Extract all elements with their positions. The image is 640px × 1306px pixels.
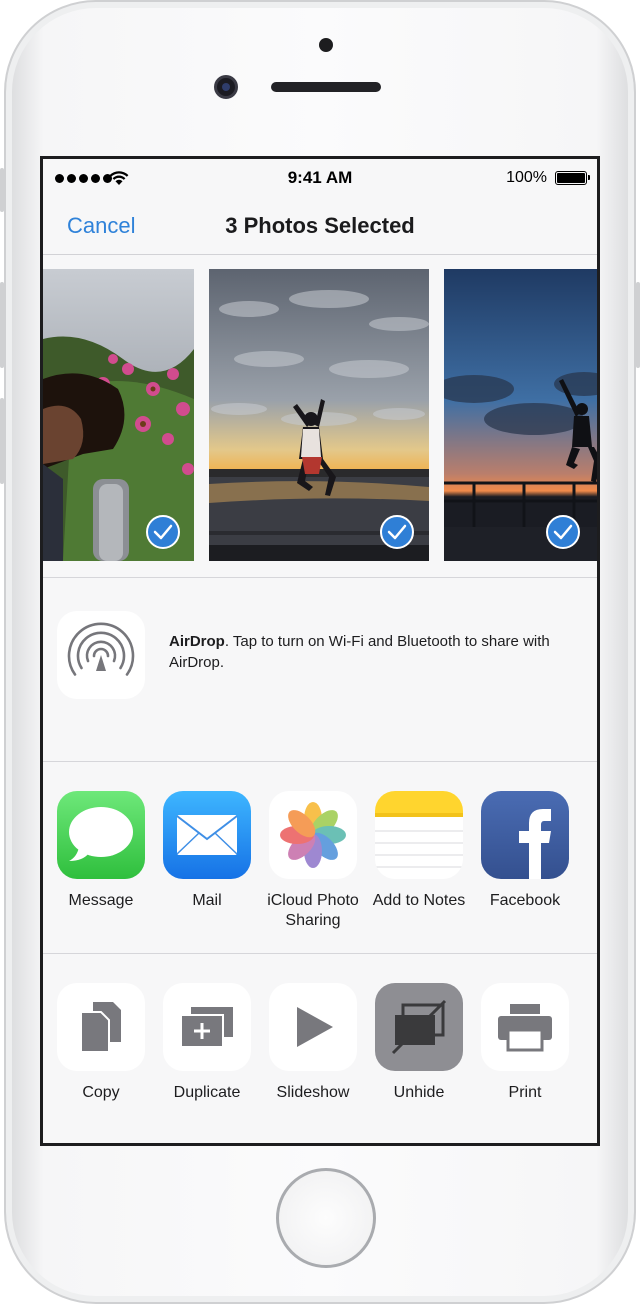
facebook-icon — [481, 791, 569, 879]
unhide-icon — [375, 983, 463, 1071]
action-slideshow[interactable]: Slideshow — [260, 983, 366, 1103]
earpiece-speaker — [271, 82, 381, 92]
photo-dusk-pier-image — [444, 269, 597, 561]
mute-switch[interactable] — [0, 168, 4, 212]
photo-thumbnail[interactable] — [209, 269, 429, 561]
navigation-bar: Cancel 3 Photos Selected — [43, 199, 597, 255]
airdrop-icon — [67, 622, 135, 676]
share-app-label: Message — [68, 892, 134, 909]
airdrop-message: . Tap to turn on Wi-Fi and Bluetooth to … — [169, 633, 550, 671]
share-apps-row[interactable]: Message Mail iCloud Photo Sharing Add to… — [43, 763, 597, 953]
volume-up-button[interactable] — [0, 282, 4, 368]
duplicate-icon — [163, 983, 251, 1071]
action-label: Duplicate — [173, 1084, 241, 1101]
screen: 9:41 AM 100% Cancel 3 Photos Selected Ai… — [40, 156, 600, 1146]
action-duplicate[interactable]: Duplicate — [154, 983, 260, 1103]
power-button[interactable] — [636, 282, 640, 368]
battery-icon — [555, 171, 590, 185]
divider — [43, 577, 597, 578]
action-label: Unhide — [393, 1084, 445, 1101]
cancel-button[interactable]: Cancel — [67, 213, 135, 239]
home-button[interactable] — [276, 1168, 376, 1268]
printer-icon — [481, 983, 569, 1071]
actions-row[interactable]: Copy Duplicate Slideshow Unhide Print — [43, 955, 597, 1143]
airdrop-title: AirDrop — [169, 633, 225, 650]
selected-check-icon — [546, 515, 580, 549]
photo-thumbnail[interactable] — [43, 269, 194, 561]
share-app-facebook[interactable]: Facebook — [472, 791, 578, 911]
selected-check-icon — [380, 515, 414, 549]
divider — [43, 953, 597, 954]
proximity-sensor — [319, 38, 333, 52]
share-app-label: Add to Notes — [372, 892, 466, 909]
share-app-label: Mail — [192, 892, 222, 909]
airdrop-section[interactable]: AirDrop. Tap to turn on Wi-Fi and Blueto… — [43, 579, 597, 759]
selected-check-icon — [146, 515, 180, 549]
share-app-label: Facebook — [489, 892, 561, 909]
front-camera-icon — [214, 75, 238, 99]
airdrop-description: AirDrop. Tap to turn on Wi-Fi and Blueto… — [169, 631, 589, 673]
photos-icon — [269, 791, 357, 879]
share-app-add-to-notes[interactable]: Add to Notes — [366, 791, 472, 911]
message-icon — [57, 791, 145, 879]
battery-percentage: 100% — [506, 169, 547, 186]
share-app-message[interactable]: Message — [48, 791, 154, 911]
notes-icon — [375, 791, 463, 879]
copy-icon — [57, 983, 145, 1071]
mail-icon — [163, 791, 251, 879]
photo-thumbnail[interactable] — [444, 269, 597, 561]
selected-photos-strip[interactable] — [43, 269, 597, 561]
status-bar: 9:41 AM 100% — [43, 159, 597, 199]
share-app-label: iCloud Photo Sharing — [267, 892, 359, 929]
divider — [43, 761, 597, 762]
action-unhide[interactable]: Unhide — [366, 983, 472, 1103]
share-app-mail[interactable]: Mail — [154, 791, 260, 911]
share-app-icloud-photo-sharing[interactable]: iCloud Photo Sharing — [260, 791, 366, 931]
play-icon — [269, 983, 357, 1071]
action-label: Copy — [82, 1084, 120, 1101]
action-print[interactable]: Print — [472, 983, 578, 1103]
action-label: Slideshow — [276, 1084, 350, 1101]
airdrop-tile[interactable] — [57, 611, 145, 699]
volume-down-button[interactable] — [0, 398, 4, 484]
action-copy[interactable]: Copy — [48, 983, 154, 1103]
action-label: Print — [508, 1084, 542, 1101]
